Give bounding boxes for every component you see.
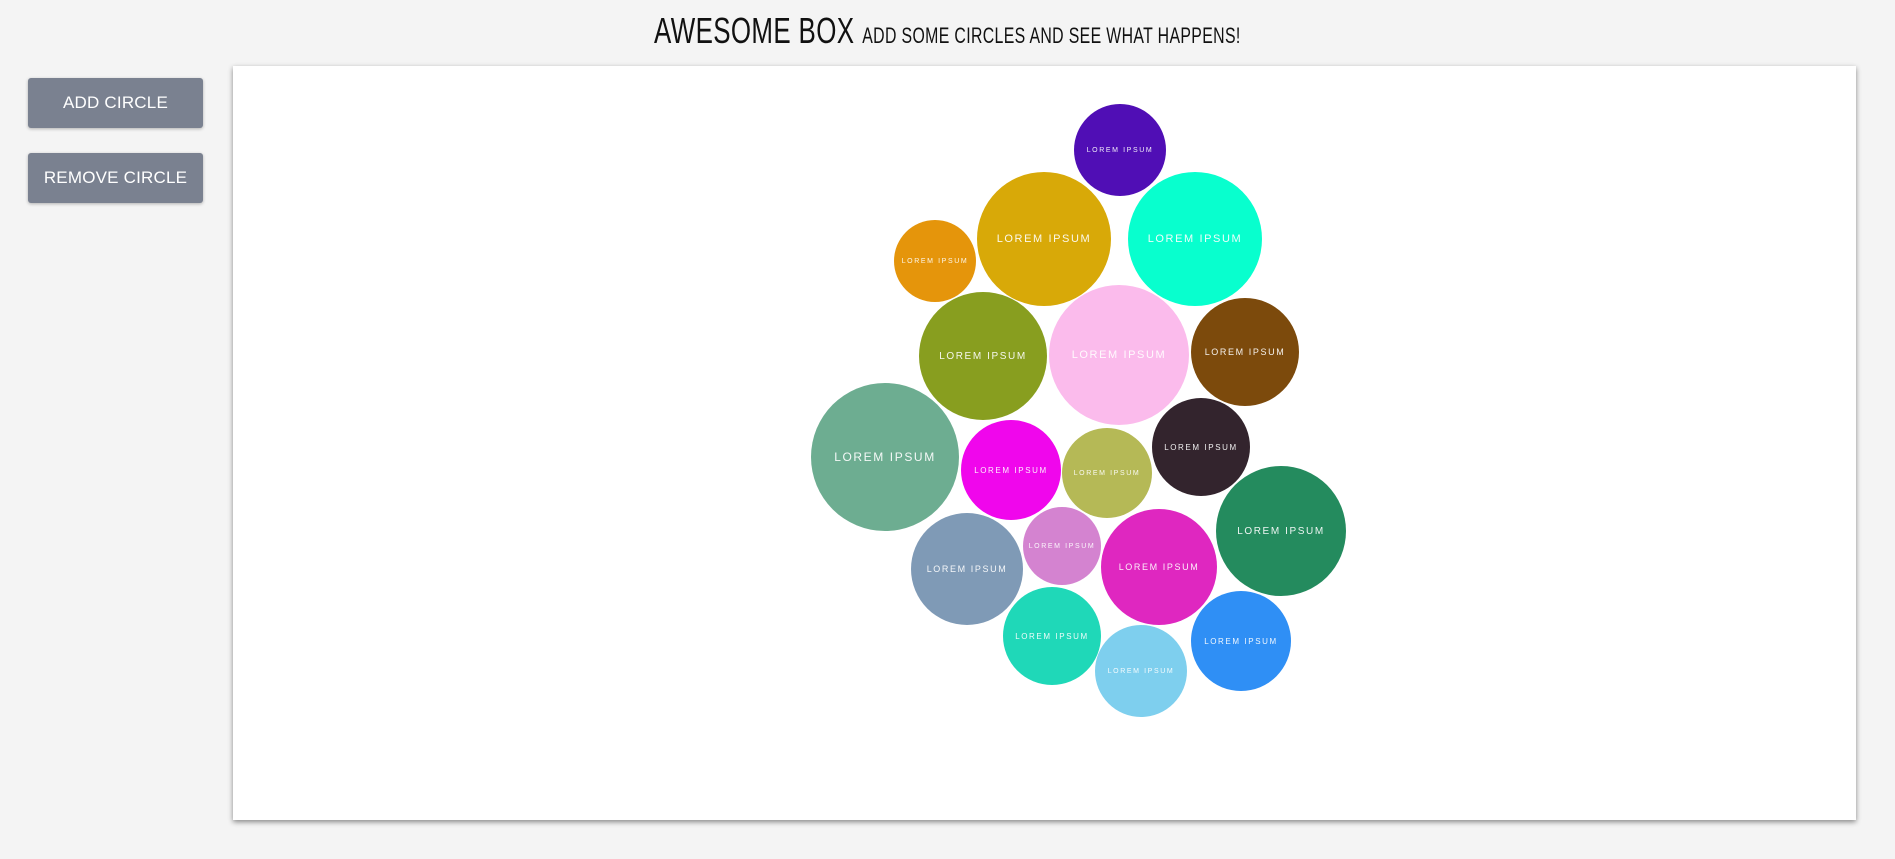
circle-label: LOREM IPSUM [1237,525,1325,537]
circle-item[interactable]: LOREM IPSUM [1191,298,1299,406]
page-header: AWESOME BOX ADD SOME CIRCLES AND SEE WHA… [0,0,1895,60]
circle-label: LOREM IPSUM [1147,233,1243,245]
circle-label: LOREM IPSUM [1071,349,1167,361]
page-title: AWESOME BOX ADD SOME CIRCLES AND SEE WHA… [654,10,1241,52]
circle-label: LOREM IPSUM [1204,347,1286,357]
title-main: AWESOME BOX [654,10,855,51]
circle-item[interactable]: LOREM IPSUM [1023,507,1101,585]
circle-label: LOREM IPSUM [926,564,1008,574]
circle-item[interactable]: LOREM IPSUM [977,172,1111,306]
circle-item[interactable]: LOREM IPSUM [811,383,959,531]
circle-label: LOREM IPSUM [1118,562,1200,572]
circle-item[interactable]: LOREM IPSUM [1191,591,1291,691]
control-panel: ADD CIRCLE REMOVE CIRCLE [28,78,203,228]
circle-item[interactable]: LOREM IPSUM [1049,285,1189,425]
circle-item[interactable]: LOREM IPSUM [911,513,1023,625]
circle-label: LOREM IPSUM [1204,636,1278,646]
circle-label: LOREM IPSUM [1107,667,1175,675]
circle-item[interactable]: LOREM IPSUM [1128,172,1262,306]
add-circle-button[interactable]: ADD CIRCLE [28,78,203,128]
circle-item[interactable]: LOREM IPSUM [961,420,1061,520]
circle-box: LOREM IPSUM LOREM IPSUM LOREM IPSUM LOREM I… [233,66,1856,820]
circle-label: LOREM IPSUM [901,257,969,265]
circle-item[interactable]: LOREM IPSUM [1074,104,1166,196]
title-subtitle: ADD SOME CIRCLES AND SEE WHAT HAPPENS! [862,23,1241,48]
circle-label: LOREM IPSUM [939,350,1027,362]
remove-circle-button[interactable]: REMOVE CIRCLE [28,153,203,203]
circle-item[interactable]: LOREM IPSUM [919,292,1047,420]
circle-label: LOREM IPSUM [1015,631,1089,641]
circle-label: LOREM IPSUM [996,233,1092,245]
circle-item[interactable]: LOREM IPSUM [1101,509,1217,625]
circle-label: LOREM IPSUM [1073,469,1141,477]
circle-item[interactable]: LOREM IPSUM [894,220,976,302]
circle-item[interactable]: LOREM IPSUM [1216,466,1346,596]
circle-label: LOREM IPSUM [834,450,936,464]
circle-item[interactable]: LOREM IPSUM [1095,625,1187,717]
circle-label: LOREM IPSUM [1086,146,1154,154]
circle-item[interactable]: LOREM IPSUM [1062,428,1152,518]
circle-label: LOREM IPSUM [1164,442,1238,452]
circle-label: LOREM IPSUM [1028,542,1096,550]
circle-item[interactable]: LOREM IPSUM [1003,587,1101,685]
circle-label: LOREM IPSUM [974,465,1048,475]
circle-item[interactable]: LOREM IPSUM [1152,398,1250,496]
